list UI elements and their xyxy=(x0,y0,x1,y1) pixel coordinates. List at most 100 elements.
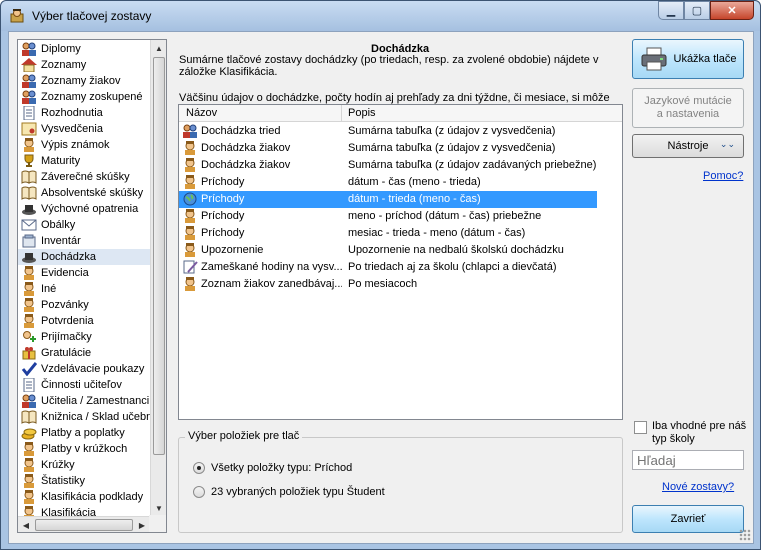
help-link[interactable]: Pomoc? xyxy=(703,170,743,182)
category-item-label: Potvrdenia xyxy=(41,315,94,327)
category-item[interactable]: Učitelia / Zamestnanci xyxy=(18,393,152,409)
table-row[interactable]: Dochádzka žiakov Sumárna tabuľka (z údajo… xyxy=(179,140,622,157)
category-item[interactable]: Dochádzka xyxy=(18,249,152,265)
category-item[interactable]: Štatistiky xyxy=(18,473,152,489)
print-preview-button[interactable]: Ukážka tlače xyxy=(632,39,744,79)
table-row[interactable]: Dochádzka žiakov Sumárna tabuľka (z údajo… xyxy=(179,157,622,174)
category-item[interactable]: Gratulácie xyxy=(18,345,152,361)
table-row[interactable]: Zoznam žiakov zanedbávaj... Po mesiacoch xyxy=(179,276,622,293)
table-row[interactable]: Dochádzka tried Sumárna tabuľka (z údajov… xyxy=(179,123,622,140)
dialog-window: Výber tlačovej zostavy ▁ ▢ ✕ Diplomy Zozn… xyxy=(0,0,761,550)
cell-description: mesiac - trieda - meno (dátum - čas) xyxy=(348,227,526,239)
category-list[interactable]: Diplomy Zoznamy Zoznamy žiakov Zoznamy zosk… xyxy=(17,39,167,533)
only-suitable-checkbox[interactable]: Iba vhodné pre náš typ školy xyxy=(634,420,752,446)
cell-name: Príchody xyxy=(182,226,342,240)
category-item[interactable]: Vysvedčenia xyxy=(18,121,152,137)
search-input[interactable] xyxy=(632,450,744,470)
category-item[interactable]: Rozhodnutia xyxy=(18,105,152,121)
category-item[interactable]: Zoznamy žiakov xyxy=(18,73,152,89)
category-item[interactable]: Klasifikácia podklady xyxy=(18,489,152,505)
person-icon xyxy=(182,209,198,223)
person-icon xyxy=(21,490,37,504)
category-vertical-scrollbar[interactable]: ▲ ▼ xyxy=(150,40,166,516)
person-icon xyxy=(182,226,198,240)
table-row[interactable]: Príchody mesiac - trieda - meno (dátum - … xyxy=(179,225,622,242)
cell-name: Dochádzka žiakov xyxy=(182,141,342,155)
language-variants-button[interactable]: Jazykové mutácie a nastavenia xyxy=(632,88,744,128)
cell-name-text: Zoznam žiakov zanedbávaj... xyxy=(201,278,342,290)
scroll-up-icon[interactable]: ▲ xyxy=(151,40,166,56)
category-item-label: Rozhodnutia xyxy=(41,107,103,119)
vertical-scroll-thumb[interactable] xyxy=(153,57,165,455)
language-variants-label: Jazykové mutácie a nastavenia xyxy=(644,95,732,120)
title-bar[interactable]: Výber tlačovej zostavy ▁ ▢ ✕ xyxy=(1,1,760,31)
category-item-label: Obálky xyxy=(41,219,76,231)
column-header-name[interactable]: Názov xyxy=(186,107,217,119)
category-item[interactable]: Platby v krúžkoch xyxy=(18,441,152,457)
cell-name-text: Príchody xyxy=(201,176,245,188)
table-row[interactable]: Príchody dátum - trieda (meno - čas) xyxy=(179,191,597,208)
category-item[interactable]: Diplomy xyxy=(18,41,152,57)
category-item[interactable]: Záverečné skúšky xyxy=(18,169,152,185)
category-horizontal-scrollbar[interactable]: ◀ ▶ xyxy=(18,516,150,532)
category-item[interactable]: Činnosti učiteľov xyxy=(18,377,152,393)
close-button[interactable]: Zavrieť xyxy=(632,505,744,533)
table-row[interactable]: Príchody meno - príchod (dátum - čas) pri… xyxy=(179,208,622,225)
category-item[interactable]: Inventár xyxy=(18,233,152,249)
category-item[interactable]: Prijímačky xyxy=(18,329,152,345)
category-item[interactable]: Maturity xyxy=(18,153,152,169)
category-item[interactable]: Potvrdenia xyxy=(18,313,152,329)
section-description: Sumárne tlačové zostavy dochádzky (po tr… xyxy=(179,54,599,78)
category-item[interactable]: Pozvánky xyxy=(18,297,152,313)
category-item-label: Krúžky xyxy=(41,459,75,471)
trophy-icon xyxy=(21,154,37,168)
radio-all-items[interactable]: Všetky položky typu: Príchod xyxy=(193,462,352,474)
cell-description: Po mesiacoch xyxy=(348,278,418,290)
category-item[interactable]: Výchovné opatrenia xyxy=(18,201,152,217)
radio-selected-items[interactable]: 23 vybraných položiek typu Študent xyxy=(193,486,385,498)
category-item[interactable]: Krúžky xyxy=(18,457,152,473)
category-item-label: Dochádzka xyxy=(41,251,97,263)
scroll-left-icon[interactable]: ◀ xyxy=(18,517,34,532)
table-row[interactable]: Príchody dátum - čas (meno - trieda) xyxy=(179,174,622,191)
close-window-button[interactable]: ✕ xyxy=(710,1,754,20)
book-icon xyxy=(21,186,37,200)
category-item[interactable]: Iné xyxy=(18,281,152,297)
tools-dropdown-button[interactable]: Nástroje ⌄⌄ xyxy=(632,134,744,158)
radio-dot-selected[interactable] xyxy=(193,462,205,474)
window-title: Výber tlačovej zostavy xyxy=(32,9,152,23)
table-row[interactable]: Zameškané hodiny na vysv... Po triedach a… xyxy=(179,259,622,276)
close-button-label: Zavrieť xyxy=(670,513,706,525)
new-reports-link[interactable]: Nové zostavy? xyxy=(662,481,734,493)
checkbox-box[interactable] xyxy=(634,421,647,434)
person-icon xyxy=(21,458,37,472)
horizontal-scroll-thumb[interactable] xyxy=(35,519,133,531)
column-separator[interactable] xyxy=(341,105,342,122)
cell-name: Príchody xyxy=(182,175,342,189)
category-item-label: Zoznamy zoskupené xyxy=(41,91,143,103)
category-item[interactable]: Vzdelávacie poukazy xyxy=(18,361,152,377)
cell-description: Sumárna tabuľka (z údajov z vysvedčenia) xyxy=(348,142,556,154)
category-item[interactable]: Knižnica / Sklad učebn xyxy=(18,409,152,425)
category-item[interactable]: Zoznamy zoskupené xyxy=(18,89,152,105)
category-item[interactable]: Absolventské skúšky xyxy=(18,185,152,201)
scroll-down-icon[interactable]: ▼ xyxy=(151,500,166,516)
cell-name-text: Dochádzka žiakov xyxy=(201,159,291,171)
cell-name: Príchody xyxy=(182,209,342,223)
category-item[interactable]: Evidencia xyxy=(18,265,152,281)
category-item[interactable]: Obálky xyxy=(18,217,152,233)
report-grid[interactable]: Názov Popis Dochádzka tried Sumárna tabuľ… xyxy=(178,104,623,420)
resize-grip[interactable] xyxy=(739,529,751,541)
column-header-description[interactable]: Popis xyxy=(348,107,376,119)
table-row[interactable]: Upozornenie Upozornenie na nedbalú školsk… xyxy=(179,242,622,259)
radio-dot[interactable] xyxy=(193,486,205,498)
certificate-icon xyxy=(21,122,37,136)
category-item[interactable]: Platby a poplatky xyxy=(18,425,152,441)
maximize-button[interactable]: ▢ xyxy=(684,1,710,20)
printer-icon xyxy=(641,47,666,71)
category-item[interactable]: Výpis známok xyxy=(18,137,152,153)
category-item-label: Platby v krúžkoch xyxy=(41,443,128,455)
minimize-button[interactable]: ▁ xyxy=(658,1,684,20)
category-item[interactable]: Zoznamy xyxy=(18,57,152,73)
scroll-right-icon[interactable]: ▶ xyxy=(134,517,150,532)
